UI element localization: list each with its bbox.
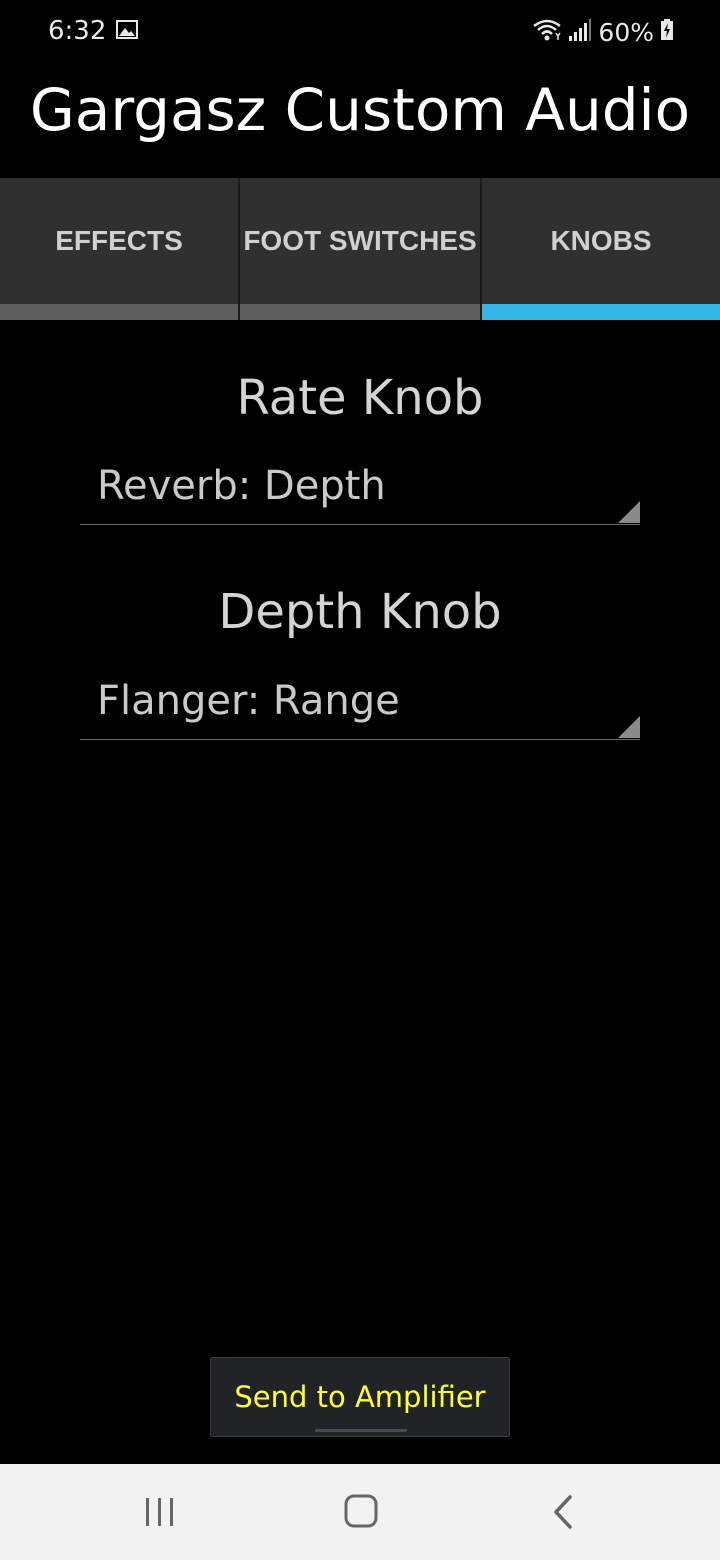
status-right-group: 60% — [532, 16, 674, 48]
status-time: 6:32 — [48, 16, 107, 46]
tab-effects[interactable]: EFFECTS — [0, 178, 240, 320]
button-underline — [315, 1429, 407, 1432]
signal-icon — [568, 18, 592, 47]
tab-label: FOOT SWITCHES — [243, 225, 477, 256]
app-title: Gargasz Custom Audio — [29, 76, 691, 144]
rate-knob-selected-value: Reverb: Depth — [97, 463, 386, 509]
tab-label: KNOBS — [550, 225, 652, 256]
wifi-icon — [532, 18, 562, 47]
tab-foot-switches[interactable]: FOOT SWITCHES — [240, 178, 482, 320]
tab-active-indicator — [482, 304, 720, 320]
depth-knob-dropdown[interactable]: Flanger: Range — [80, 668, 640, 740]
battery-charging-icon — [660, 18, 674, 46]
dropdown-arrow-icon — [618, 716, 640, 738]
send-button-label: Send to Amplifier — [234, 1380, 486, 1414]
recent-apps-icon[interactable] — [135, 1490, 185, 1534]
tab-bar: EFFECTS FOOT SWITCHES KNOBS — [0, 178, 720, 320]
tab-indicator — [240, 304, 480, 320]
home-icon[interactable] — [336, 1490, 386, 1534]
status-bar: 6:32 60% — [0, 0, 720, 64]
rate-knob-dropdown[interactable]: Reverb: Depth — [80, 453, 640, 525]
rate-knob-title: Rate Knob — [236, 370, 484, 426]
back-icon[interactable] — [540, 1490, 590, 1534]
send-to-amplifier-button[interactable]: Send to Amplifier — [210, 1357, 510, 1437]
dropdown-arrow-icon — [618, 501, 640, 523]
tab-indicator — [0, 304, 238, 320]
depth-knob-title: Depth Knob — [218, 584, 502, 640]
image-icon — [116, 20, 138, 39]
system-navigation-bar — [0, 1464, 720, 1560]
depth-knob-selected-value: Flanger: Range — [97, 678, 400, 724]
tab-label: EFFECTS — [55, 225, 183, 256]
battery-percentage: 60% — [598, 17, 654, 47]
tab-knobs[interactable]: KNOBS — [482, 178, 720, 320]
